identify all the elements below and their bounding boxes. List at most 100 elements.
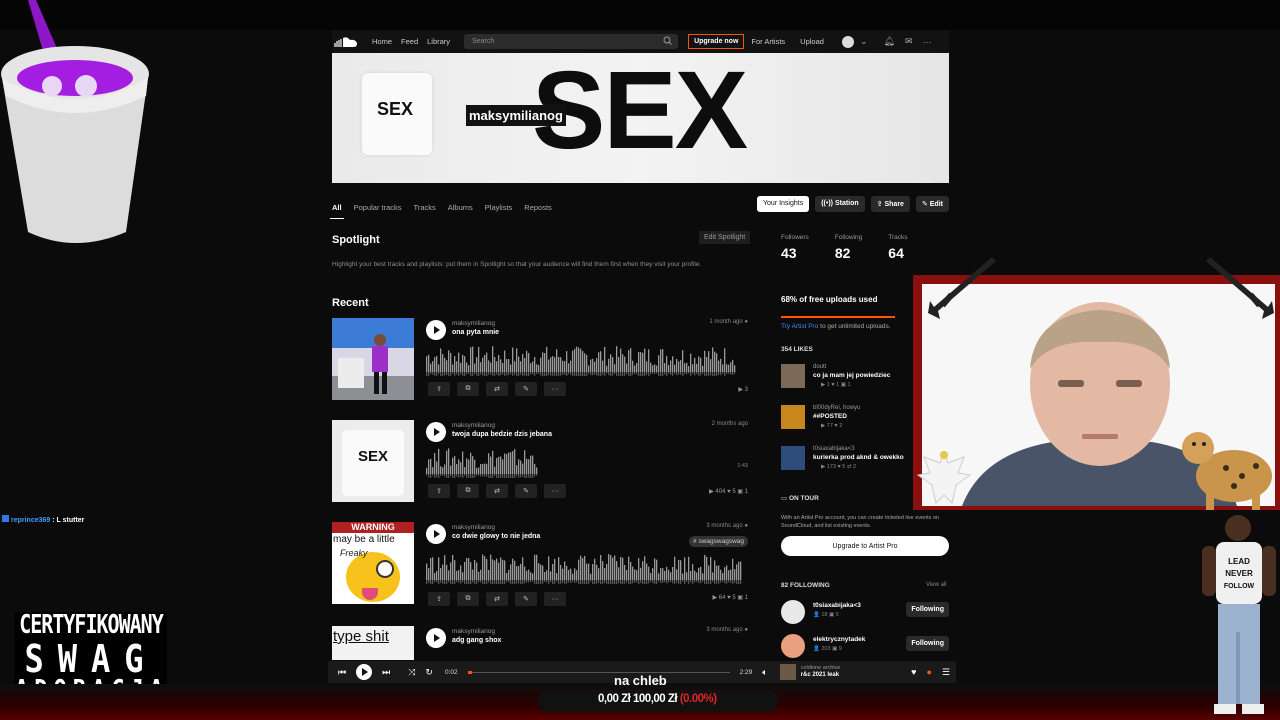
tab-tracks[interactable]: Tracks xyxy=(414,203,436,212)
play-button[interactable] xyxy=(426,628,446,648)
cup-overlay xyxy=(1,0,149,243)
following-button[interactable]: Following xyxy=(906,636,949,651)
share-button[interactable]: ⇪ Share xyxy=(870,196,910,212)
now-playing-artist[interactable]: coldione archive xyxy=(801,665,841,671)
now-playing-artwork[interactable] xyxy=(779,664,796,680)
now-playing-title[interactable]: r&c 2021 leak xyxy=(801,672,839,678)
tab-popular-tracks[interactable]: Popular tracks xyxy=(354,203,402,212)
tab-albums[interactable]: Albums xyxy=(448,203,473,212)
bell-icon[interactable]: 🔔︎ xyxy=(884,36,895,47)
copy-link-icon[interactable]: ⧉ xyxy=(457,592,479,606)
mail-icon[interactable]: ✉ xyxy=(905,36,913,47)
track-user[interactable]: maksymilianog xyxy=(452,320,495,327)
track-artwork[interactable]: WARNING may be a little Freaky xyxy=(332,522,414,604)
repost-icon[interactable]: ⇄ xyxy=(486,592,508,606)
following-title[interactable]: 82 FOLLOWING xyxy=(781,582,830,589)
queue-icon[interactable]: ☰ xyxy=(942,667,950,678)
play-button[interactable] xyxy=(426,422,446,442)
track-user[interactable]: maksymilianog xyxy=(452,422,495,429)
shuffle-icon[interactable]: ⤨ xyxy=(408,667,415,678)
like-user[interactable]: t0siaxabijaka<3 xyxy=(813,446,855,452)
more-icon[interactable]: ··· xyxy=(544,484,566,498)
share-icon[interactable]: ⇪ xyxy=(428,484,450,498)
likes-title[interactable]: 354 LIKES xyxy=(781,346,813,353)
followers-stat[interactable]: Followers 43 xyxy=(781,234,809,261)
more-icon[interactable]: ··· xyxy=(544,382,566,396)
pencil-icon[interactable]: ✎ xyxy=(515,592,537,606)
like-user[interactable]: doutt xyxy=(813,364,826,370)
repost-icon[interactable]: ⇄ xyxy=(486,484,508,498)
tab-reposts[interactable]: Reposts xyxy=(524,203,552,212)
pencil-icon[interactable]: ✎ xyxy=(515,484,537,498)
nav-library[interactable]: Library xyxy=(427,37,450,46)
nav-for-artists[interactable]: For Artists xyxy=(751,37,785,46)
like-user[interactable]: bl00dyRei, howyu xyxy=(813,405,860,411)
search-icon[interactable] xyxy=(663,36,672,47)
share-icon[interactable]: ⇪ xyxy=(428,382,450,396)
upgrade-now-button[interactable]: Upgrade now xyxy=(688,34,745,49)
list-item[interactable]: bl00dyRei, howyu ##POSTED ▶ 77 ♥ 2 xyxy=(781,405,921,435)
play-button[interactable] xyxy=(426,524,446,544)
track-user[interactable]: maksymilianog xyxy=(452,628,495,635)
waveform[interactable] xyxy=(426,554,746,584)
repost-icon[interactable]: ⇄ xyxy=(486,382,508,396)
waveform[interactable] xyxy=(426,346,746,376)
tab-playlists[interactable]: Playlists xyxy=(485,203,513,212)
follow-name[interactable]: elektrycznytadek xyxy=(813,636,865,643)
following-stat[interactable]: Following 82 xyxy=(835,234,862,261)
track-title[interactable]: adg gang shox xyxy=(452,637,501,644)
tab-all[interactable]: All xyxy=(330,203,344,219)
edit-spotlight-button[interactable]: Edit Spotlight xyxy=(699,231,751,244)
copy-link-icon[interactable]: ⧉ xyxy=(457,382,479,396)
station-button[interactable]: ((•)) Station xyxy=(815,196,865,212)
follow-user-icon[interactable]: ● xyxy=(926,667,931,677)
track-artwork[interactable] xyxy=(332,318,414,400)
track-artwork[interactable]: type shit xyxy=(332,626,414,660)
play-button[interactable] xyxy=(426,320,446,340)
heart-icon[interactable]: ♥ xyxy=(911,667,916,677)
view-all-link[interactable]: View all xyxy=(926,582,947,588)
pencil-icon[interactable]: ✎ xyxy=(515,382,537,396)
follow-name[interactable]: t0siaxabijaka<3 xyxy=(813,602,861,609)
play-button[interactable] xyxy=(356,664,373,680)
previous-icon[interactable]: ⏮ xyxy=(338,667,346,678)
upgrade-artist-pro-button[interactable]: Upgrade to Artist Pro xyxy=(781,536,949,556)
waveform[interactable] xyxy=(426,448,746,478)
progress-slider[interactable] xyxy=(467,670,730,674)
edit-button[interactable]: ✎ Edit xyxy=(915,196,949,212)
following-button[interactable]: Following xyxy=(906,602,949,617)
search-input[interactable]: Search xyxy=(464,34,679,49)
list-item[interactable]: t0siaxabijaka<3 kurierka prod aknd & owe… xyxy=(781,446,921,476)
track-artwork[interactable]: SEX xyxy=(332,420,414,502)
avatar[interactable] xyxy=(781,600,805,624)
try-artist-pro-link[interactable]: Try Artist Pro xyxy=(781,323,818,330)
track-title[interactable]: co dwie glowy to nie jedna xyxy=(452,533,540,540)
nav-home[interactable]: Home xyxy=(372,37,392,46)
like-title[interactable]: kurierka prod aknd & owekko xyxy=(813,454,904,461)
uploads-used-title[interactable]: 68% of free uploads used xyxy=(781,295,877,304)
tracks-stat[interactable]: Tracks 64 xyxy=(888,234,907,261)
nav-feed[interactable]: Feed xyxy=(401,37,418,46)
avatar[interactable] xyxy=(781,634,805,658)
copy-link-icon[interactable]: ⧉ xyxy=(457,484,479,498)
track-user[interactable]: maksymilianog xyxy=(452,524,495,531)
like-title[interactable]: ##POSTED xyxy=(813,413,847,420)
nav-upload[interactable]: Upload xyxy=(800,37,824,46)
avatar[interactable] xyxy=(841,35,854,48)
calendar-icon: ▭ xyxy=(781,495,789,502)
more-icon[interactable]: ··· xyxy=(922,37,931,47)
share-icon[interactable]: ⇪ xyxy=(428,592,450,606)
volume-icon[interactable]: 🔈︎ xyxy=(762,667,767,678)
list-item[interactable]: doutt co ja mam jej powiedziec ▶ 1 ♥ 1 ▣… xyxy=(781,364,921,394)
track-title[interactable]: ona pyta mnie xyxy=(452,329,499,336)
soundcloud-logo-icon[interactable] xyxy=(333,36,359,48)
eagle-icon xyxy=(916,451,972,504)
chevron-down-icon[interactable]: ⌄ xyxy=(860,36,868,47)
track-tag[interactable]: # swagswagswag xyxy=(689,536,748,547)
your-insights-button[interactable]: Your Insights xyxy=(756,196,810,212)
like-title[interactable]: co ja mam jej powiedziec xyxy=(813,372,890,379)
repeat-icon[interactable]: ↻ xyxy=(425,667,433,678)
more-icon[interactable]: ··· xyxy=(544,592,566,606)
next-icon[interactable]: ⏭ xyxy=(382,667,390,678)
track-title[interactable]: twoja dupa bedzie dzis jebana xyxy=(452,431,552,438)
